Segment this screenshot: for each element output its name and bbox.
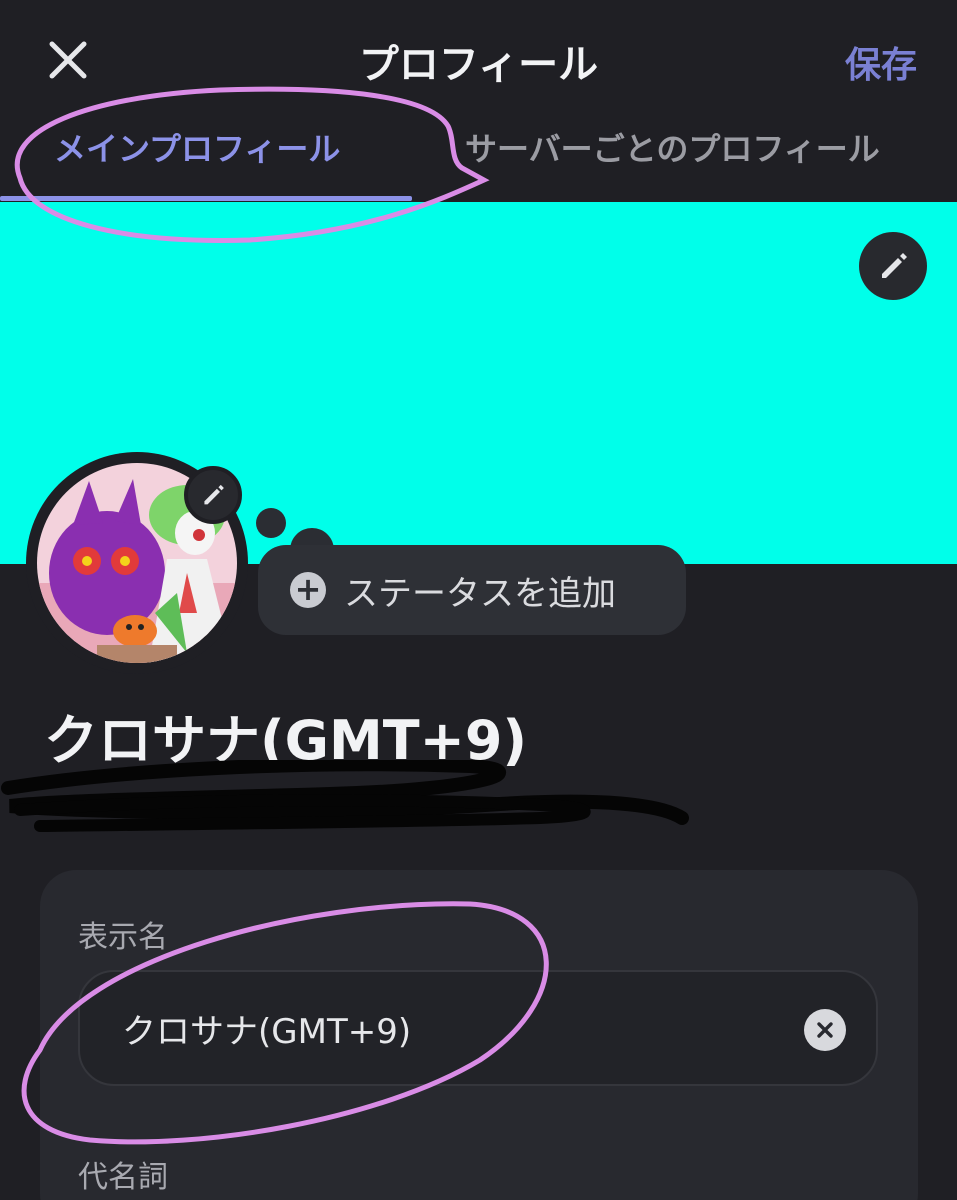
clear-icon — [817, 1022, 833, 1038]
add-status-label: ステータスを追加 — [344, 573, 616, 614]
plus-circle-icon: + — [290, 572, 326, 608]
page-title: プロフィール — [358, 42, 599, 88]
top-bar: プロフィール 保存 — [0, 0, 957, 118]
profile-tabs: メインプロフィール サーバーごとのプロフィール — [0, 110, 957, 202]
edit-banner-button[interactable] — [859, 232, 927, 300]
add-status-button[interactable]: + ステータスを追加 — [258, 545, 686, 635]
tab-main-profile[interactable]: メインプロフィール — [54, 124, 340, 170]
clear-input-button[interactable] — [804, 1009, 846, 1051]
active-tab-indicator — [0, 196, 412, 201]
pencil-icon — [204, 484, 224, 505]
display-name-value: クロサナ(GMT+9) — [122, 1011, 412, 1052]
display-name-label: 表示名 — [78, 920, 168, 955]
display-name-input[interactable]: クロサナ(GMT+9) — [78, 970, 878, 1086]
save-button[interactable]: 保存 — [845, 36, 917, 88]
edit-avatar-button[interactable] — [184, 466, 242, 524]
redaction-scribble — [1, 760, 689, 832]
status-bubble-dot-small — [256, 508, 286, 538]
pronouns-label: 代名詞 — [78, 1160, 168, 1195]
pencil-icon — [882, 253, 907, 278]
tab-server-profile[interactable]: サーバーごとのプロフィール — [465, 124, 880, 170]
profile-form-card: 表示名 クロサナ(GMT+9) 代名詞 — [40, 870, 918, 1200]
